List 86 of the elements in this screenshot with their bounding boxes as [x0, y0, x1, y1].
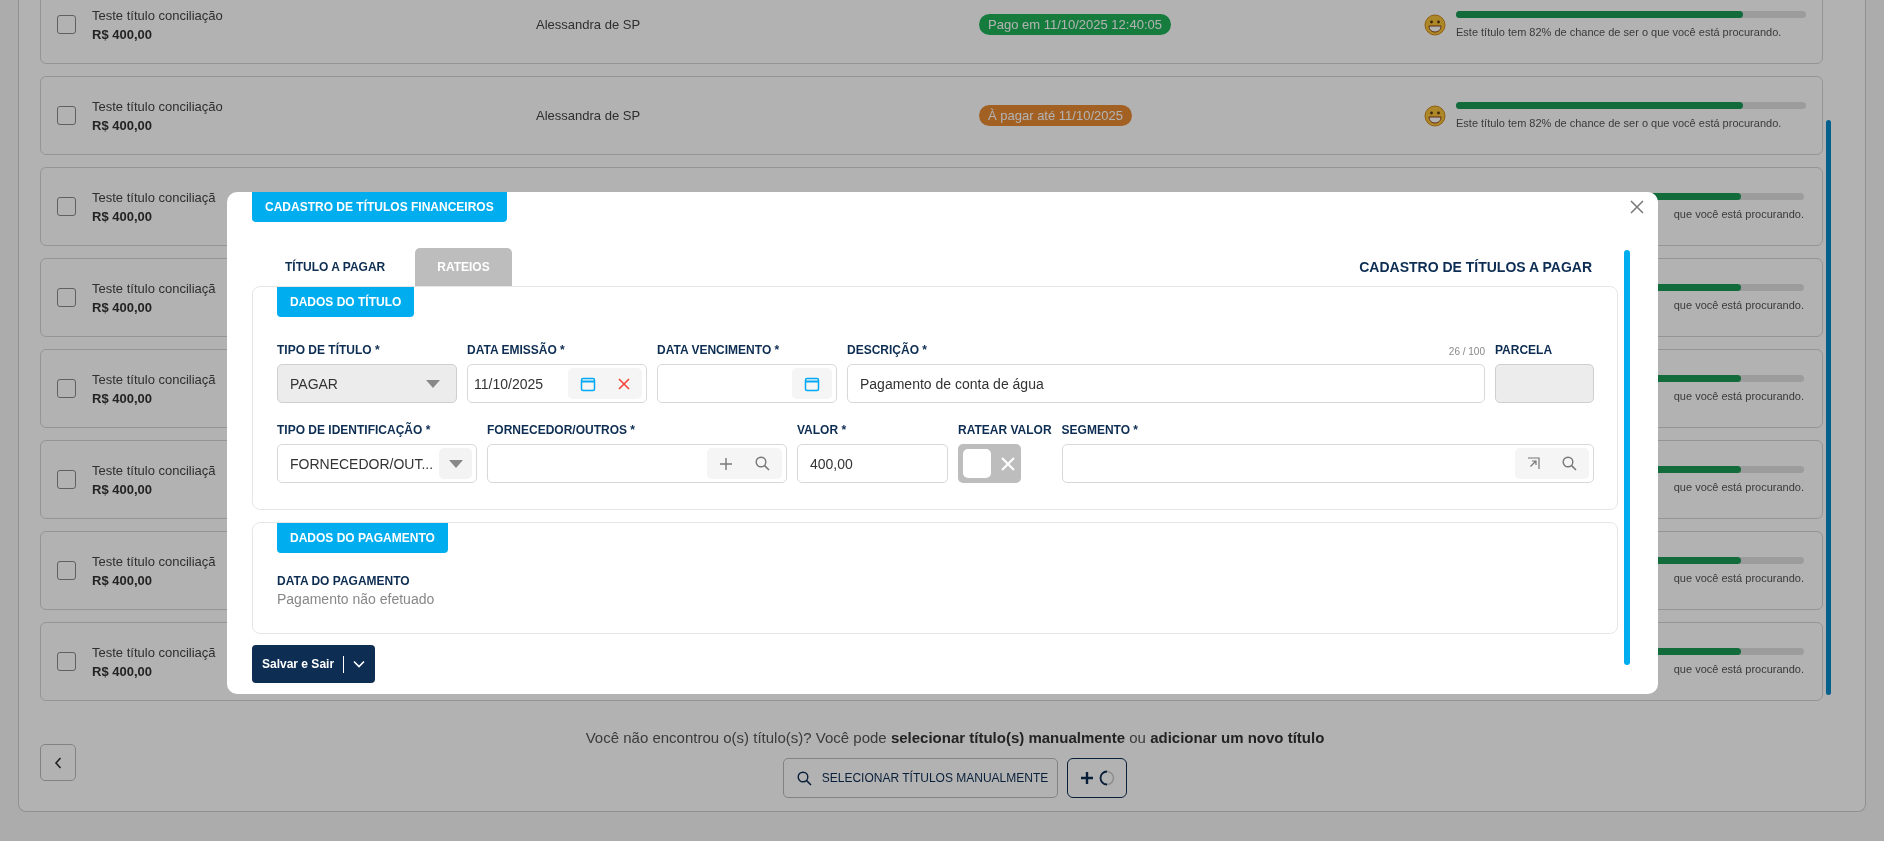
- scrollbar[interactable]: [1624, 250, 1630, 665]
- field-label: RATEAR VALOR: [958, 423, 1052, 437]
- grinning-face-icon: [1424, 13, 1446, 36]
- checkbox[interactable]: [57, 15, 76, 34]
- calendar-icon[interactable]: [580, 375, 596, 392]
- close-icon[interactable]: [1630, 200, 1644, 214]
- title-text: Teste título conciliaçã: [92, 280, 216, 296]
- field-label: VALOR *: [797, 423, 847, 437]
- lookup-field[interactable]: [487, 444, 787, 483]
- title-card[interactable]: Teste título conciliação R$ 400,00 Alessandra de SP Pago em 11/10/2025 12:40:05 Este título tem 82% de chance de ser o que você está procurando.: [40, 0, 1823, 64]
- field-label: DATA VENCIMENTO *: [657, 343, 780, 357]
- field-label: DESCRIÇÃO *: [847, 343, 927, 357]
- field-label: PARCELA: [1495, 343, 1553, 357]
- select-manually-button[interactable]: SELECIONAR TÍTULOS MANUALMENTE: [782, 758, 1059, 798]
- match-note: que você está procurando.: [1672, 208, 1804, 220]
- amount-text: R$ 400,00: [92, 390, 152, 406]
- amount-text: R$ 400,00: [92, 208, 152, 224]
- supplier-name: Alessandra de SP: [536, 108, 642, 123]
- save-button[interactable]: Salvar e Sair: [252, 645, 376, 683]
- match-note: que você está procurando.: [1672, 663, 1804, 675]
- caret-icon[interactable]: [448, 459, 463, 468]
- field-value: Pagamento não efetuado: [277, 591, 436, 607]
- title-text: Teste título conciliaçã: [92, 371, 216, 387]
- section-tag: DADOS DO PAGAMENTO: [277, 523, 448, 553]
- field-label: DATA DO PAGAMENTO: [277, 574, 411, 588]
- title-text: Teste título conciliaçã: [92, 462, 216, 478]
- match-note: Este título tem 82% de chance de ser o que você está procurando.: [1456, 117, 1783, 129]
- form-title: CADASTRO DE TÍTULOS A PAGAR: [1359, 259, 1592, 275]
- title-text: Teste título conciliaçã: [92, 553, 216, 569]
- modal-badge: CADASTRO DE TÍTULOS FINANCEIROS: [252, 192, 507, 222]
- match-note: Este título tem 82% de chance de ser o que você está procurando.: [1456, 26, 1783, 38]
- toggle-switch[interactable]: [958, 444, 1021, 483]
- amount-text: R$ 400,00: [92, 663, 152, 679]
- checkbox[interactable]: [57, 288, 76, 307]
- amount-text: R$ 400,00: [92, 572, 152, 588]
- date-field[interactable]: 11/10/2025: [467, 364, 647, 403]
- amount-text: R$ 400,00: [92, 26, 152, 42]
- search-icon[interactable]: [755, 456, 770, 471]
- char-counter: 26 / 100: [1448, 346, 1485, 357]
- field-label: DATA EMISSÃO *: [467, 343, 565, 357]
- match-note: que você está procurando.: [1672, 572, 1804, 584]
- add-button[interactable]: [1067, 758, 1128, 798]
- section-tag: DADOS DO TÍTULO: [277, 287, 415, 317]
- input-field[interactable]: Pagamento de conta de água: [847, 364, 1485, 403]
- chevron-down-icon[interactable]: [353, 660, 366, 668]
- checkbox[interactable]: [57, 561, 76, 580]
- clear-icon[interactable]: [618, 377, 630, 390]
- scrollbar[interactable]: [1826, 120, 1831, 695]
- amount-text: R$ 400,00: [92, 117, 152, 133]
- back-button[interactable]: [40, 744, 76, 781]
- search-icon[interactable]: [796, 770, 812, 786]
- input-field[interactable]: 400,00: [797, 444, 948, 483]
- checkbox[interactable]: [57, 470, 76, 489]
- field-label: FORNECEDOR/OUTROS *: [487, 423, 635, 437]
- checkbox[interactable]: [57, 379, 76, 398]
- checkbox[interactable]: [57, 652, 76, 671]
- field-label: TIPO DE TÍTULO *: [277, 343, 380, 357]
- field-label: TIPO DE IDENTIFICAÇÃO *: [277, 423, 431, 437]
- search-icon[interactable]: [1562, 456, 1577, 471]
- match-note: que você está procurando.: [1672, 481, 1804, 493]
- amount-text: R$ 400,00: [92, 481, 152, 497]
- checkbox[interactable]: [57, 197, 76, 216]
- lookup-field[interactable]: [1061, 444, 1594, 483]
- calendar-icon[interactable]: [804, 375, 820, 392]
- amount-text: R$ 400,00: [92, 299, 152, 315]
- grinning-face-icon: [1424, 104, 1446, 127]
- select-field[interactable]: FORNECEDOR/OUT...: [277, 444, 477, 483]
- supplier-name: Alessandra de SP: [536, 17, 642, 32]
- title-text: Teste título conciliação: [92, 7, 223, 23]
- expand-icon[interactable]: [1527, 457, 1540, 470]
- plus-icon[interactable]: [1079, 771, 1094, 785]
- date-field[interactable]: [657, 364, 837, 403]
- title-card[interactable]: Teste título conciliação R$ 400,00 Alessandra de SP À pagar até 11/10/2025 Este título tem 82% de chance de ser o que você está procurando.: [40, 76, 1823, 155]
- match-note: que você está procurando.: [1672, 390, 1804, 402]
- match-note: que você está procurando.: [1672, 299, 1804, 311]
- title-text: Teste título conciliaçã: [92, 644, 216, 660]
- checkbox[interactable]: [57, 106, 76, 125]
- help-text: Você não encontrou o(s) título(s)? Você pode selecionar título(s) manualmente ou adicionar um novo título: [585, 729, 1325, 746]
- title-text: Teste título conciliaçã: [92, 189, 216, 205]
- spinner-icon: [1098, 770, 1115, 786]
- x-icon: [1000, 455, 1016, 472]
- chevron-left-icon: [54, 756, 62, 769]
- title-text: Teste título conciliação: [92, 98, 223, 114]
- status-badge: À pagar até 11/10/2025: [979, 105, 1132, 126]
- status-badge: Pago em 11/10/2025 12:40:05: [979, 14, 1171, 35]
- field-label: SEGMENTO *: [1061, 423, 1139, 437]
